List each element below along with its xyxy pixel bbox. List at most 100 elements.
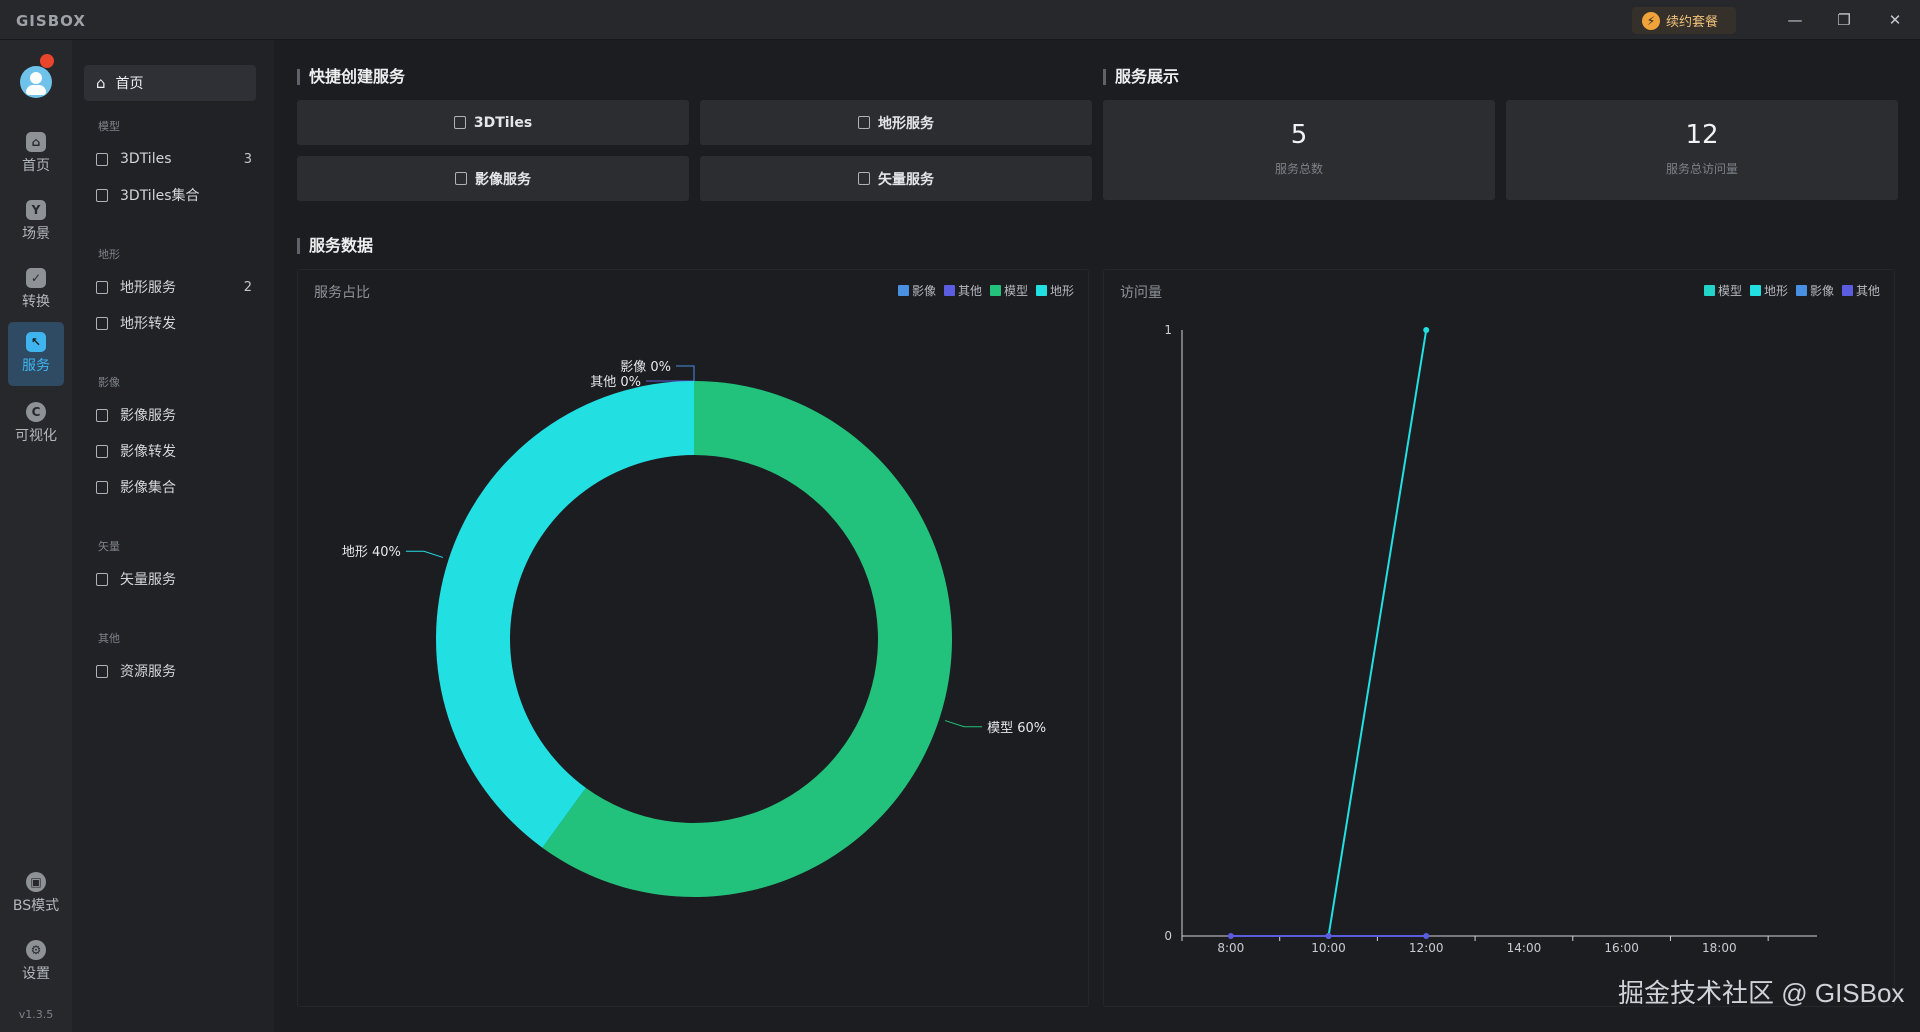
button-label: 地形服务	[878, 115, 934, 132]
series-point-1-1[interactable]	[1325, 933, 1332, 939]
home-icon: ⌂	[26, 132, 46, 152]
notification-badge	[40, 54, 54, 68]
x-tick-label-4: 16:00	[1604, 941, 1639, 955]
stat-visits-value: 12	[1685, 120, 1719, 150]
nav-visualize-label: 可视化	[15, 428, 57, 444]
tiles-icon	[453, 116, 466, 129]
sidebar-item-label: 3DTiles集合	[120, 188, 200, 204]
renew-plan-button[interactable]: ⚡ 续约套餐	[1632, 7, 1736, 34]
sidebar-item-resource-service[interactable]: 资源服务	[96, 656, 252, 686]
item-count: 2	[243, 279, 252, 295]
image-icon	[96, 408, 108, 422]
series-point-1-2[interactable]	[1423, 933, 1430, 939]
resource-icon	[96, 664, 108, 678]
nav-settings-label: 设置	[22, 966, 50, 982]
pie-leader-line-3	[405, 550, 444, 558]
convert-icon: ✓	[26, 268, 46, 288]
maximize-button[interactable]: ❐	[1829, 8, 1859, 32]
sidebar-item-label: 影像集合	[120, 480, 176, 496]
nav-home-label: 首页	[22, 158, 50, 174]
vector-icon	[858, 172, 870, 185]
nav-settings[interactable]: ⚙ 设置	[8, 930, 64, 994]
pie-leader-line-0	[676, 365, 695, 381]
pie-label-2: 模型 60%	[987, 721, 1046, 736]
create-image-button[interactable]: 影像服务	[297, 156, 689, 201]
stat-total-label: 服务总数	[1274, 162, 1323, 176]
tiles-set-icon	[96, 188, 108, 202]
x-tick-label-0: 8:00	[1217, 941, 1244, 955]
sidebar-item-home[interactable]: ⌂ 首页	[84, 65, 256, 101]
sidebar-item-3dtiles[interactable]: 3DTiles 3	[96, 144, 252, 174]
bolt-icon: ⚡	[1642, 11, 1660, 30]
quick-create-title: 快捷创建服务	[297, 69, 405, 85]
pie-label-1: 其他 0%	[590, 375, 641, 390]
nav-bs-mode[interactable]: ▣ BS模式	[8, 862, 64, 926]
group-title-model: 模型	[98, 120, 120, 133]
x-tick-label-5: 18:00	[1702, 941, 1737, 955]
create-terrain-button[interactable]: 地形服务	[700, 100, 1092, 145]
close-button[interactable]: ✕	[1880, 8, 1910, 32]
nav-scene[interactable]: Y 场景	[8, 190, 64, 254]
y-tick-label-1: 1	[1164, 323, 1172, 337]
pie-chart: 影像 0%其他 0% 模型 60% 地形 40%	[342, 360, 1046, 897]
sidebar-item-label: 地形转发	[120, 316, 176, 332]
service-display-title: 服务展示	[1103, 69, 1179, 85]
series-point-1-0[interactable]	[1227, 933, 1234, 939]
item-count: 3	[243, 151, 252, 167]
pie-leader-line-2	[944, 720, 983, 728]
sidebar-item-label: 影像服务	[120, 408, 176, 424]
image-forward-icon	[96, 444, 108, 458]
stat-card-visits: 12 服务总访问量	[1506, 100, 1898, 200]
version-label: v1.3.5	[18, 1008, 54, 1021]
visualize-icon: C	[26, 402, 46, 422]
button-label: 影像服务	[475, 171, 531, 188]
sidebar-item-image-forward[interactable]: 影像转发	[96, 436, 252, 466]
sidebar-item-image-set[interactable]: 影像集合	[96, 472, 252, 502]
pie-label-3: 地形 40%	[342, 545, 401, 560]
nav-scene-label: 场景	[22, 226, 50, 242]
home-icon: ⌂	[96, 74, 106, 92]
service-data-title: 服务数据	[297, 238, 373, 254]
lock-icon: ▣	[26, 872, 46, 892]
group-title-vector: 矢量	[98, 540, 120, 553]
nav-convert[interactable]: ✓ 转换	[8, 258, 64, 322]
button-label: 矢量服务	[878, 171, 934, 188]
series-point-0-1[interactable]	[1423, 327, 1430, 333]
line-chart: 018:00 10:00 12:00 14:00 16:00 18:00	[1164, 323, 1817, 955]
sidebar-item-vector-service[interactable]: 矢量服务	[96, 564, 252, 594]
pie-slice-3[interactable]	[436, 381, 694, 848]
create-vector-button[interactable]: 矢量服务	[700, 156, 1092, 201]
vector-icon	[96, 572, 108, 586]
service-ratio-panel: 服务占比 影像 其他 模型 地形 影像 0% 其他 0% 模型 60% 地形 40%	[297, 269, 1089, 1007]
app-logo: GISBOX	[16, 12, 86, 30]
sidebar-item-terrain-service[interactable]: 地形服务 2	[96, 272, 252, 302]
minimize-button[interactable]: —	[1780, 8, 1810, 32]
pie-label-0: 影像 0%	[620, 360, 671, 375]
sidebar-item-label: 资源服务	[120, 664, 176, 680]
y-tick-label-0: 0	[1164, 929, 1172, 943]
stat-total-value: 5	[1290, 120, 1308, 150]
gear-icon: ⚙	[26, 940, 46, 960]
scene-icon: Y	[26, 200, 46, 220]
watermark: 掘金技术社区 @ GISBox	[1618, 978, 1905, 1008]
sidebar-item-label: 3DTiles	[120, 151, 172, 167]
nav-convert-label: 转换	[22, 294, 50, 310]
x-tick-label-3: 14:00	[1507, 941, 1542, 955]
group-title-image: 影像	[98, 376, 120, 389]
sidebar-item-label: 首页	[115, 76, 144, 92]
sidebar-item-image-service[interactable]: 影像服务	[96, 400, 252, 430]
sidebar-item-3dtiles-set[interactable]: 3DTiles集合	[96, 180, 252, 210]
nav-service[interactable]: ↖ 服务	[8, 322, 64, 386]
terrain-forward-icon	[96, 316, 108, 330]
series-line-0	[1327, 329, 1428, 937]
visits-panel: 访问量 模型 地形 影像 其他 0 1 8:00 10:00 12:00 14:00 16:…	[1103, 269, 1895, 1007]
nav-home[interactable]: ⌂ 首页	[8, 122, 64, 186]
terrain-icon	[858, 116, 870, 129]
sidebar-item-terrain-forward[interactable]: 地形转发	[96, 308, 252, 338]
sidebar-item-label: 矢量服务	[120, 572, 176, 588]
tiles-icon	[96, 152, 108, 166]
nav-visualize[interactable]: C 可视化	[8, 392, 64, 456]
create-3dtiles-button[interactable]: 3DTiles	[297, 100, 689, 145]
user-avatar[interactable]	[20, 66, 52, 98]
terrain-icon	[96, 280, 108, 294]
